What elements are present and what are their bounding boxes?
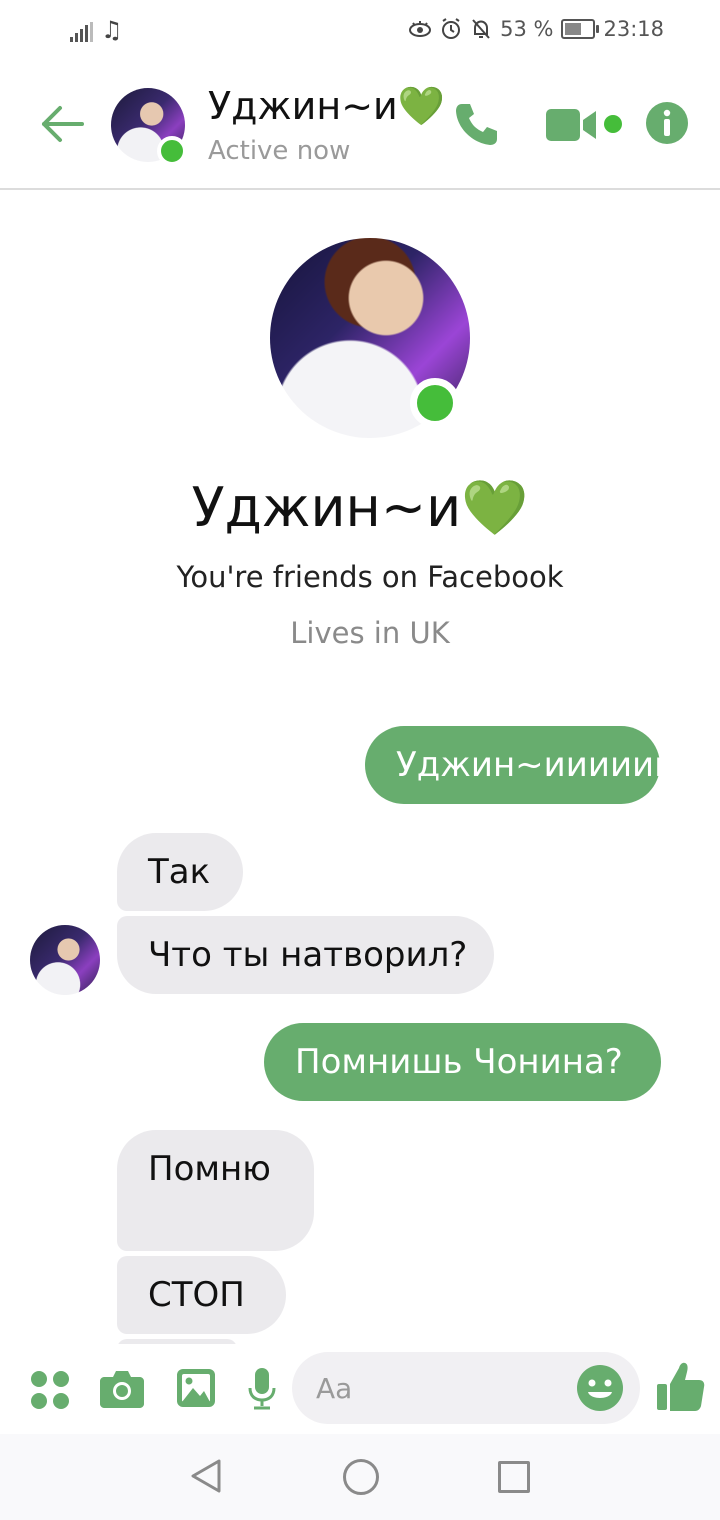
friends-info: You're friends on Facebook <box>176 560 564 594</box>
status-time: 23:18 <box>603 17 664 41</box>
message-bubble-sent[interactable]: Помнишь Чонина? <box>264 1023 661 1101</box>
nav-back-icon[interactable] <box>190 1458 222 1494</box>
status-left: ♫ <box>70 18 123 42</box>
message-bubble-received[interactable]: Что ты натворил? <box>117 916 494 994</box>
message-input-placeholder: Aa <box>316 1372 353 1405</box>
profile-name: Уджин~и💚 <box>191 476 529 539</box>
apps-grid-icon[interactable] <box>30 1370 70 1410</box>
profile-online-indicator <box>410 378 460 428</box>
location-info: Lives in UK <box>290 616 450 650</box>
message-bubble-received[interactable]: СТОП <box>117 1256 286 1334</box>
microphone-icon[interactable] <box>248 1368 276 1410</box>
video-camera-icon[interactable] <box>546 106 598 144</box>
eye-comfort-icon <box>409 21 432 37</box>
alarm-icon <box>442 18 461 39</box>
battery-percent: 53 % <box>500 17 554 41</box>
sender-avatar[interactable] <box>30 925 100 995</box>
online-indicator <box>157 136 187 166</box>
message-bubble-sent[interactable]: Уджин~ииииии <box>365 726 676 804</box>
thumbs-up-icon[interactable] <box>657 1362 705 1412</box>
nav-home-icon[interactable] <box>343 1459 379 1495</box>
message-bubble-received[interactable]: Помню <box>117 1130 314 1251</box>
active-status: Active now <box>208 136 351 166</box>
message-bubble-received[interactable]: Так <box>117 833 243 911</box>
status-right: 53 % 23:18 <box>408 17 664 41</box>
chat-header: Уджин~и💚 Active now <box>0 62 720 190</box>
signal-icon <box>70 22 93 42</box>
status-bar: ♫ 53 % 23:18 <box>0 0 720 62</box>
message-input[interactable]: Aa <box>292 1352 640 1424</box>
video-active-dot <box>604 115 622 133</box>
message-composer: Aa <box>0 1344 720 1434</box>
back-arrow-icon[interactable] <box>40 104 84 144</box>
emoji-icon[interactable] <box>576 1364 624 1412</box>
camera-icon[interactable] <box>100 1368 144 1408</box>
system-nav-bar <box>0 1434 720 1520</box>
gallery-icon[interactable] <box>176 1368 216 1408</box>
contact-name[interactable]: Уджин~и💚 <box>208 84 445 129</box>
nav-recents-icon[interactable] <box>498 1461 530 1493</box>
phone-icon[interactable] <box>452 100 500 148</box>
info-icon[interactable] <box>645 101 689 145</box>
battery-charging-icon <box>561 19 600 39</box>
notifications-off-icon <box>472 19 490 39</box>
music-note-icon: ♫ <box>101 16 123 44</box>
